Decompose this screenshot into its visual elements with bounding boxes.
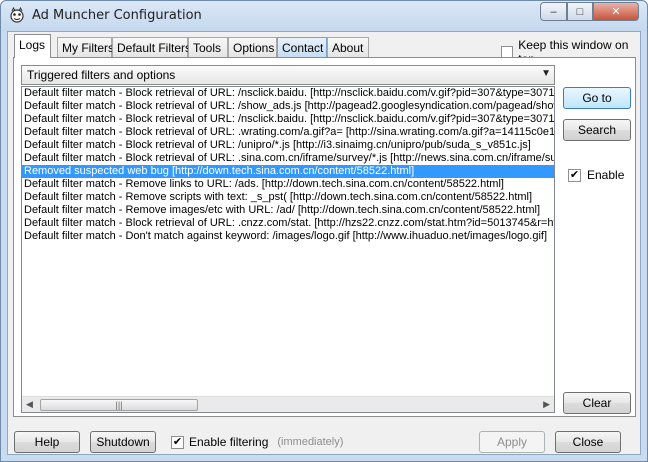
window-title: Ad Muncher Configuration [32,8,202,23]
search-button[interactable]: Search [563,119,631,141]
log-row[interactable]: Removed suspected web bug [http://down.t… [22,165,554,178]
log-row[interactable]: Default filter match - Remove scripts wi… [22,191,554,204]
close-button[interactable]: Close [555,431,621,453]
minimize-button[interactable]: – [540,2,567,21]
app-window: Ad Muncher Configuration – □ ✕ Logs My F… [0,0,648,462]
enable-log-option[interactable]: ✔ Enable [568,168,624,182]
log-row[interactable]: Default filter match - Block retrieval o… [22,126,554,139]
log-row[interactable]: Default filter match - Block retrieval o… [22,113,554,126]
tab-options[interactable]: Options [228,37,277,57]
scroll-right-icon[interactable]: ▶ [543,399,550,410]
chevron-down-icon: ▼ [541,68,551,79]
enable-filtering-hint: (immediately) [277,436,344,448]
title-bar[interactable]: Ad Muncher Configuration – □ ✕ [1,1,647,31]
enable-log-label: Enable [587,168,625,182]
log-row[interactable]: Default filter match - Block retrieval o… [22,152,554,165]
log-type-value: Triggered filters and options [27,68,176,82]
enable-log-checkbox[interactable]: ✔ [568,168,581,182]
tab-logs[interactable]: Logs [14,34,51,58]
logs-panel: Triggered filters and options ▼ Default … [13,57,636,417]
log-rows: Default filter match - Block retrieval o… [22,87,554,243]
ad-muncher-app-icon [10,6,24,23]
log-row[interactable]: Default filter match - Block retrieval o… [22,87,554,100]
shutdown-button[interactable]: Shutdown [90,431,156,453]
clear-button[interactable]: Clear [563,392,631,414]
enable-filtering-checkbox[interactable]: ✔ [171,435,184,449]
scrollbar-thumb[interactable]: ||| [40,399,198,411]
log-list[interactable]: Default filter match - Block retrieval o… [21,86,555,413]
log-row[interactable]: Default filter match - Don't match again… [22,230,554,243]
enable-filtering-option[interactable]: ✔ Enable filtering (immediately) [171,435,343,449]
tab-contact[interactable]: Contact [277,37,327,57]
log-type-dropdown[interactable]: Triggered filters and options ▼ [21,65,555,85]
maximize-icon: □ [576,5,584,18]
log-row[interactable]: Default filter match - Remove images/etc… [22,204,554,217]
scroll-left-icon[interactable]: ◀ [26,399,33,410]
dialog-body: Logs My Filters Default Filters Tools Op… [7,31,641,455]
goto-button[interactable]: Go to [563,87,631,109]
help-button[interactable]: Help [14,431,80,453]
log-row[interactable]: Default filter match - Block retrieval o… [22,100,554,113]
horizontal-scrollbar[interactable]: ◀ ||| ▶ [22,396,554,412]
tab-about[interactable]: About [327,37,369,57]
tab-my-filters[interactable]: My Filters [57,37,114,57]
log-row[interactable]: Default filter match - Block retrieval o… [22,217,554,230]
tab-default-filters[interactable]: Default Filters [112,37,191,57]
close-window-button[interactable]: ✕ [593,2,639,21]
tab-tools[interactable]: Tools [188,37,228,57]
apply-button[interactable]: Apply [479,431,545,453]
enable-filtering-label: Enable filtering [189,435,269,449]
maximize-button[interactable]: □ [567,2,593,21]
minimize-icon: – [550,5,557,18]
close-icon: ✕ [611,6,621,18]
log-row[interactable]: Default filter match - Block retrieval o… [22,139,554,152]
log-row[interactable]: Default filter match - Remove links to U… [22,178,554,191]
